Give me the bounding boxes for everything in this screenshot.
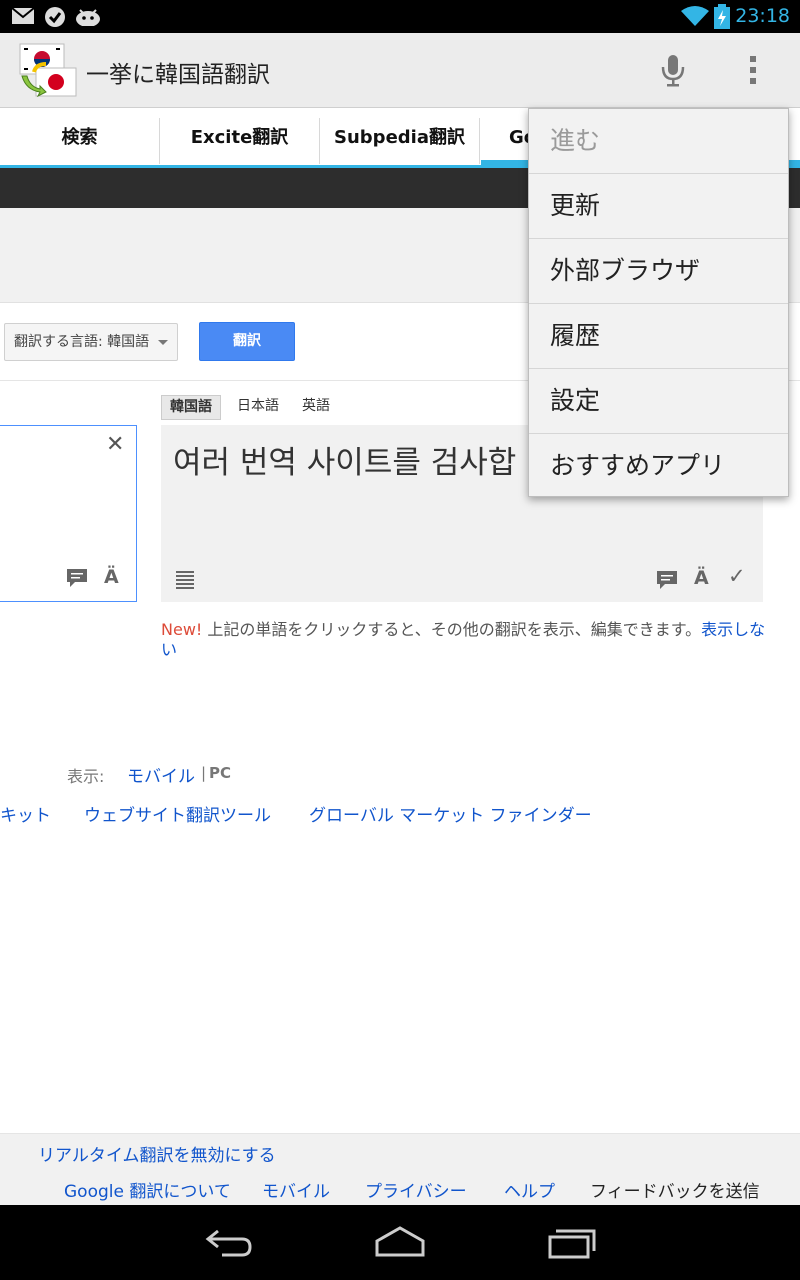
navigation-bar [0,1205,800,1280]
translate-button[interactable]: 翻訳 [199,322,295,361]
tab-subpedia[interactable]: Subpedia翻訳 [320,118,480,164]
menu-item-refresh[interactable]: 更新 [529,174,788,239]
home-icon[interactable] [374,1225,426,1261]
tab-search[interactable]: 検索 [0,118,160,164]
recent-apps-icon[interactable] [546,1225,596,1261]
target-tab-english[interactable]: 英語 [294,395,338,420]
app-flags-icon[interactable] [16,42,78,98]
overflow-menu: 進む 更新 外部ブラウザ 履歴 設定 おすすめアプリ [528,108,789,497]
back-icon[interactable] [204,1225,254,1261]
input-tools-icon[interactable]: Ä [104,566,119,588]
notice-message: 上記の単語をクリックすると、その他の翻訳を表示、編集できます。 [202,620,702,639]
menu-item-settings[interactable]: 設定 [529,369,788,434]
new-badge: New! [161,620,203,639]
app-title: 一挙に韓国語翻訳 [86,62,270,88]
display-separator: | [201,764,207,782]
overflow-menu-icon[interactable] [748,55,758,85]
source-language-select[interactable]: 翻訳する言語: 韓国語 [4,323,178,361]
notice-text: New! 上記の単語をクリックすると、その他の翻訳を表示、編集できます。表示しな… [161,620,771,660]
input-tools-icon[interactable]: Ä [694,567,709,589]
target-tab-korean[interactable]: 韓国語 [161,395,221,420]
privacy-link[interactable]: プライバシー [365,1177,467,1202]
display-label: 表示: [67,767,105,786]
android-icon [76,9,100,26]
task-icon [45,7,65,27]
display-mobile-link[interactable]: モバイル [127,762,195,787]
gmail-icon [11,7,35,24]
tab-excite[interactable]: Excite翻訳 [160,118,320,164]
clear-icon[interactable]: ✕ [106,432,124,457]
status-bar: 23:18 [0,0,800,33]
toolkit-link[interactable]: キット [0,801,51,826]
display-pc-link[interactable]: PC [209,764,231,782]
menu-item-forward: 進む [529,109,788,174]
status-time: 23:18 [735,5,790,27]
menu-item-history[interactable]: 履歴 [529,304,788,369]
action-bar: 一挙に韓国語翻訳 [0,33,800,108]
target-tab-japanese[interactable]: 日本語 [229,395,287,420]
menu-item-external-browser[interactable]: 外部ブラウザ [529,239,788,304]
about-link[interactable]: Google 翻訳について [64,1177,231,1202]
source-language-label: 翻訳する言語: 韓国語 [14,334,150,350]
footer-mobile-link[interactable]: モバイル [262,1177,330,1202]
comment-icon[interactable] [656,570,678,590]
result-text[interactable]: 여러 번역 사이트를 검사합 [173,437,516,482]
page-footer: リアルタイム翻訳を無効にする Google 翻訳について モバイル プライバシー… [0,1133,800,1205]
microphone-icon[interactable] [660,53,686,87]
global-market-finder-link[interactable]: グローバル マーケット ファインダー [309,801,592,826]
realtime-toggle-link[interactable]: リアルタイム翻訳を無効にする [38,1141,276,1166]
comment-icon[interactable] [66,568,88,588]
wifi-icon [681,6,709,26]
menu-item-recommended-apps[interactable]: おすすめアプリ [529,434,788,499]
list-icon[interactable] [175,570,195,590]
chevron-down-icon [158,340,168,345]
battery-icon [714,4,730,29]
check-icon[interactable]: ✓ [728,564,746,588]
feedback-link[interactable]: フィードバックを送信 [590,1177,760,1202]
help-link[interactable]: ヘルプ [504,1177,555,1202]
website-translator-link[interactable]: ウェブサイト翻訳ツール [84,801,271,826]
